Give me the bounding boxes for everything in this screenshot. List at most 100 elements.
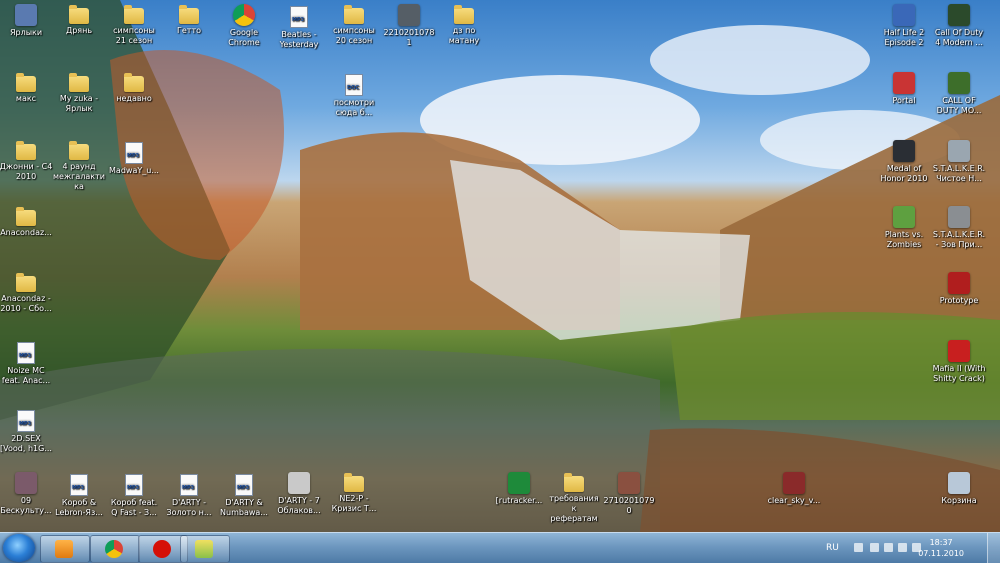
media-player-icon — [55, 540, 73, 558]
desktop-icon[interactable]: 22102010781 — [382, 4, 436, 48]
folder-icon — [69, 5, 89, 24]
app-icon — [948, 4, 970, 26]
desktop-icon[interactable]: Гетто — [162, 4, 216, 36]
desktop-icon[interactable]: макс — [0, 72, 53, 104]
desktop-icon-label: Portal — [892, 96, 916, 105]
desktop-icon[interactable]: Mafia II (With Shitty Crack) — [932, 340, 986, 384]
taskbar-game-button[interactable] — [180, 535, 230, 563]
desktop-icon[interactable]: MP3 Короб & Lebron-Яз... — [52, 472, 106, 518]
desktop-icon[interactable]: [rutracker... — [492, 472, 546, 506]
file-icon: MP3 — [70, 474, 88, 496]
desktop-icon-label: NE2-P - Кризис Т... — [331, 494, 377, 513]
file-icon: MP3 — [180, 474, 198, 496]
desktop-icon-label: My zuka - Ярлык — [59, 94, 99, 113]
desktop-icon[interactable]: Half Life 2 Episode 2 — [877, 4, 931, 48]
app-icon — [948, 72, 970, 94]
desktop-icon-label: D'ARTY & Numbawa... — [220, 498, 268, 517]
app-icon — [893, 4, 915, 26]
file-icon: MP3 — [125, 142, 143, 164]
file-icon: MP3 — [17, 410, 35, 432]
desktop-icon[interactable]: 27102010790 — [602, 472, 656, 516]
app-icon — [618, 472, 640, 494]
desktop-icon[interactable]: Anacondaz - 2010 - Сбо... — [0, 272, 53, 314]
desktop-icon[interactable]: MP3 2D.SEX [Vood, h1G... — [0, 408, 53, 454]
taskbar: RU 18:37 07.11.2010 — [0, 532, 1000, 563]
desktop-icon-label: S.T.A.L.K.E.R. - Зов При... — [932, 230, 986, 249]
desktop-icon[interactable]: Корзина — [932, 472, 986, 506]
desktop-icon[interactable]: MP3 Короб feat. Q Fast - З... — [107, 472, 161, 518]
desktop-icon-label: Call Of Duty 4 Modern ... — [934, 28, 984, 47]
desktop-icon[interactable]: MP3 D'ARTY & Numbawa... — [217, 472, 271, 518]
desktop-icon-label: Anacondaz - 2010 - Сбо... — [0, 294, 52, 313]
folder-icon — [344, 5, 364, 24]
desktop-icon[interactable]: MP3 Noize MC feat. Anac... — [0, 340, 53, 386]
desktop-icon[interactable]: Google Chrome — [217, 4, 271, 48]
desktop-icon[interactable]: Call Of Duty 4 Modern ... — [932, 4, 986, 48]
language-indicator[interactable]: RU — [826, 543, 839, 553]
system-tray: RU 18:37 07.11.2010 — [820, 533, 1000, 563]
battery-icon[interactable] — [898, 543, 907, 552]
desktop-icon[interactable]: Дрянь — [52, 4, 106, 36]
desktop-icon[interactable]: Plants vs. Zombies — [877, 206, 931, 250]
desktop-icon[interactable]: дз по матану — [437, 4, 491, 46]
clock-time: 18:37 — [929, 538, 953, 547]
desktop-icon-label: Half Life 2 Episode 2 — [883, 28, 925, 47]
folder-icon — [179, 5, 199, 24]
app-icon — [893, 206, 915, 228]
app-icon — [288, 472, 310, 494]
app-icon — [893, 140, 915, 162]
desktop-icon[interactable]: 09 Бескульту... — [0, 472, 53, 516]
desktop-icon[interactable]: MP3 MadwaY_u... — [107, 140, 161, 176]
desktop-icon[interactable]: симпсоны 20 сезон — [327, 4, 381, 46]
file-icon: MP3 — [290, 6, 308, 28]
desktop-icon-label: Дрянь — [65, 26, 93, 35]
desktop-icon-label: макс — [15, 94, 37, 103]
show-desktop-button[interactable] — [987, 533, 1000, 563]
desktop-icon[interactable]: S.T.A.L.K.E.R. Чистое Н... — [932, 140, 986, 184]
folder-icon — [69, 73, 89, 92]
taskbar-media-player-button[interactable] — [40, 535, 90, 563]
desktop-icon[interactable]: Ярлыки — [0, 4, 53, 38]
desktop-icon[interactable]: 4 раунд межгалакти ка — [52, 140, 106, 192]
desktop-icon[interactable]: DOC посмотри сюда б... — [327, 72, 381, 118]
file-icon: MP3 — [125, 474, 143, 496]
desktop-icon[interactable]: Portal — [877, 72, 931, 106]
desktop-icon-label: дз по матану — [448, 26, 480, 45]
start-button[interactable] — [3, 534, 35, 562]
desktop-icon-label: MadwaY_u... — [109, 166, 159, 175]
desktop-icon[interactable]: Anacondaz... — [0, 206, 53, 238]
desktop-icon-label: S.T.A.L.K.E.R. Чистое Н... — [932, 164, 986, 183]
desktop-icon[interactable]: Medal of Honor 2010 — [877, 140, 931, 184]
desktop-icon-label: Mafia II (With Shitty Crack) — [932, 364, 986, 383]
app-icon — [15, 4, 37, 26]
chrome-icon — [105, 540, 123, 558]
flag-icon[interactable] — [870, 543, 879, 552]
desktop-icon[interactable]: MP3 D'ARTY - Золото н... — [162, 472, 216, 518]
desktop-icon[interactable]: требования к рефератам — [547, 472, 601, 524]
desktop-icon-label: Корзина — [941, 496, 977, 505]
taskbar-chrome-button[interactable] — [90, 535, 140, 563]
desktop-icon[interactable]: симпсоны 21 сезон — [107, 4, 161, 46]
desktop-icon-label: D'ARTY - 7 Облаков... — [277, 496, 321, 515]
desktop-icon[interactable]: Джонни - С4 2010 — [0, 140, 53, 182]
desktop-icon[interactable]: Prototype — [932, 272, 986, 306]
desktop-icon-label: Beatles - Yesterday — [279, 30, 319, 49]
desktop-icon[interactable]: MP3 Beatles - Yesterday — [272, 4, 326, 50]
desktop-icon-label: недавно — [116, 94, 152, 103]
desktop-icon[interactable]: clear_sky_v... — [767, 472, 821, 506]
desktop: Ярлыки Дрянь симпсоны 21 сезон Гетто Google … — [0, 0, 1000, 532]
desktop-icon[interactable]: My zuka - Ярлык — [52, 72, 106, 114]
desktop-icon-label: Plants vs. Zombies — [884, 230, 924, 249]
desktop-icon-label: D'ARTY - Золото н... — [166, 498, 212, 517]
desktop-icon-label: CALL OF DUTY MO... — [936, 96, 982, 115]
show-hidden-icons-icon[interactable] — [854, 543, 863, 552]
network-icon[interactable] — [884, 543, 893, 552]
desktop-icon[interactable]: недавно — [107, 72, 161, 104]
clock[interactable]: 18:37 07.11.2010 — [918, 537, 964, 559]
desktop-icon-label: clear_sky_v... — [767, 496, 821, 505]
folder-icon — [16, 273, 36, 292]
desktop-icon[interactable]: NE2-P - Кризис Т... — [327, 472, 381, 514]
desktop-icon[interactable]: S.T.A.L.K.E.R. - Зов При... — [932, 206, 986, 250]
desktop-icon[interactable]: D'ARTY - 7 Облаков... — [272, 472, 326, 516]
desktop-icon[interactable]: CALL OF DUTY MO... — [932, 72, 986, 116]
